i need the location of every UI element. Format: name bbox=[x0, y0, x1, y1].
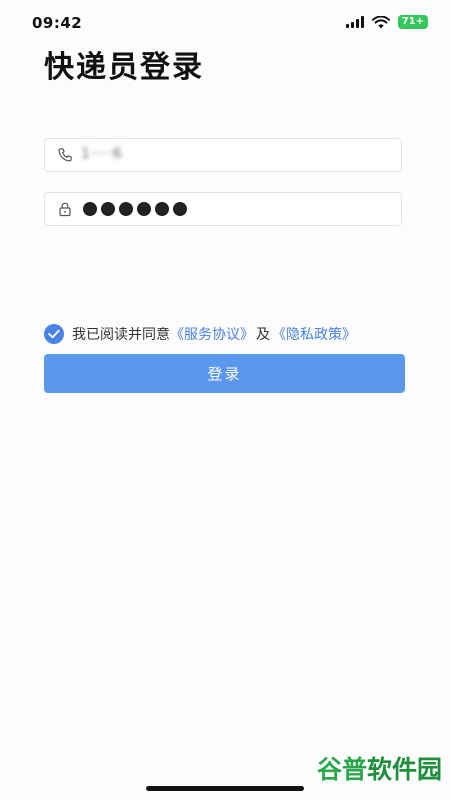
wifi-icon bbox=[371, 15, 390, 28]
password-dot bbox=[137, 202, 151, 216]
phone-field[interactable]: 1····6 bbox=[44, 138, 402, 172]
password-dot bbox=[155, 202, 169, 216]
privacy-policy-link[interactable]: 《隐私政策》 bbox=[272, 324, 356, 344]
password-dot bbox=[119, 202, 133, 216]
watermark-text-1: 谷普 bbox=[316, 755, 367, 784]
cellular-signal-icon bbox=[345, 16, 364, 28]
page-title: 快递员登录 bbox=[44, 50, 204, 85]
watermark-logo: 谷普 软件园 bbox=[317, 750, 442, 786]
phone-icon bbox=[58, 148, 72, 162]
status-bar: 09:42 71+ bbox=[0, 0, 450, 40]
password-masked-value[interactable] bbox=[83, 202, 187, 216]
status-time: 09:42 bbox=[32, 14, 83, 32]
agreement-conjunction: 及 bbox=[256, 327, 270, 343]
agreement-prefix: 我已阅读并同意 bbox=[72, 327, 170, 343]
lock-icon bbox=[59, 202, 71, 217]
status-icons: 71+ bbox=[345, 15, 428, 29]
battery-indicator: 71+ bbox=[397, 15, 428, 29]
password-field[interactable] bbox=[44, 192, 402, 226]
agreement-checkbox[interactable] bbox=[44, 324, 64, 344]
password-dot bbox=[173, 202, 187, 216]
checkmark-icon bbox=[48, 329, 60, 339]
home-indicator[interactable] bbox=[146, 786, 304, 791]
phone-input-value[interactable]: 1····6 bbox=[81, 146, 123, 162]
service-agreement-link[interactable]: 《服务协议》 bbox=[170, 324, 254, 344]
password-dot bbox=[101, 202, 115, 216]
password-dot bbox=[83, 202, 97, 216]
agreement-row: 我已阅读并同意 《服务协议》 及 《隐私政策》 bbox=[44, 324, 356, 344]
watermark-text-2: 软件园 bbox=[366, 755, 442, 784]
login-button[interactable]: 登录 bbox=[44, 354, 405, 393]
